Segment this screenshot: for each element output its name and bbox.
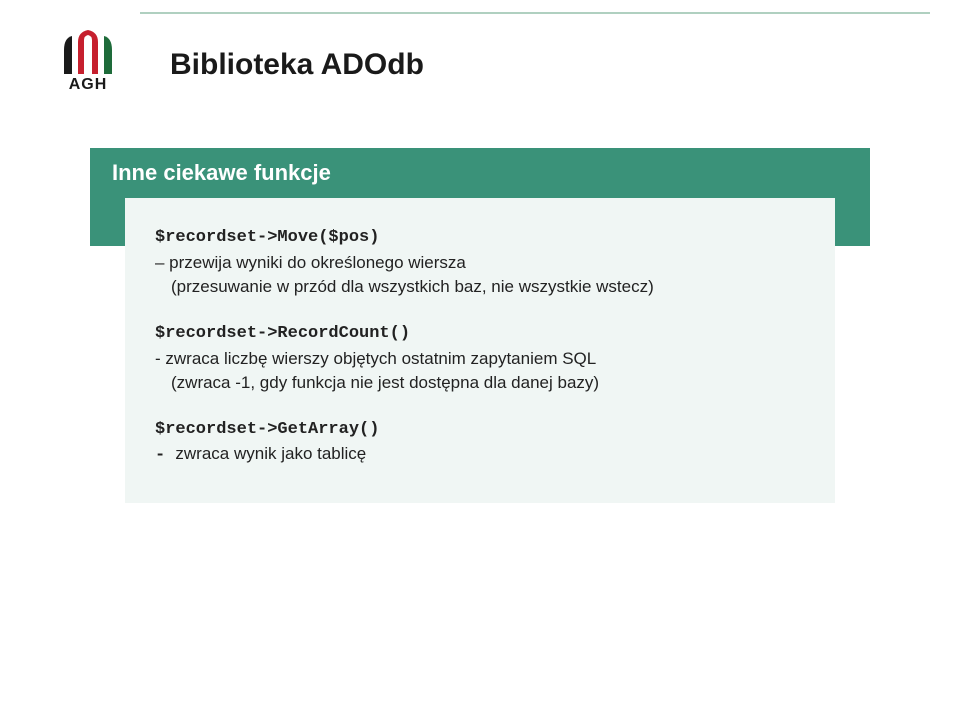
dash-bold: - — [155, 446, 175, 465]
page-title: Biblioteka ADOdb — [170, 48, 424, 82]
subtitle: Inne ciekawe funkcje — [112, 160, 848, 186]
code-getarray: $recordset->GetArray() — [155, 418, 805, 443]
block-move: $recordset->Move($pos) – przewija wyniki… — [155, 226, 805, 300]
content-box: $recordset->Move($pos) – przewija wyniki… — [125, 198, 835, 503]
agh-logo-icon — [58, 30, 118, 74]
code-recordcount: $recordset->RecordCount() — [155, 322, 805, 347]
desc-recordcount-1: - zwraca liczbę wierszy objętych ostatni… — [155, 347, 805, 372]
block-recordcount: $recordset->RecordCount() - zwraca liczb… — [155, 322, 805, 396]
desc-move-1: – przewija wyniki do określonego wiersza — [155, 251, 805, 276]
block-getarray: $recordset->GetArray() - zwraca wynik ja… — [155, 418, 805, 469]
desc-move-2: (przesuwanie w przód dla wszystkich baz,… — [155, 275, 805, 300]
agh-logo: AGH — [58, 30, 118, 94]
desc-getarray: - zwraca wynik jako tablicę — [155, 442, 805, 469]
top-rule — [140, 12, 930, 14]
code-move: $recordset->Move($pos) — [155, 226, 805, 251]
agh-logo-text: AGH — [58, 76, 118, 94]
desc-getarray-text: zwraca wynik jako tablicę — [175, 444, 366, 463]
desc-recordcount-2: (zwraca -1, gdy funkcja nie jest dostępn… — [155, 371, 805, 396]
